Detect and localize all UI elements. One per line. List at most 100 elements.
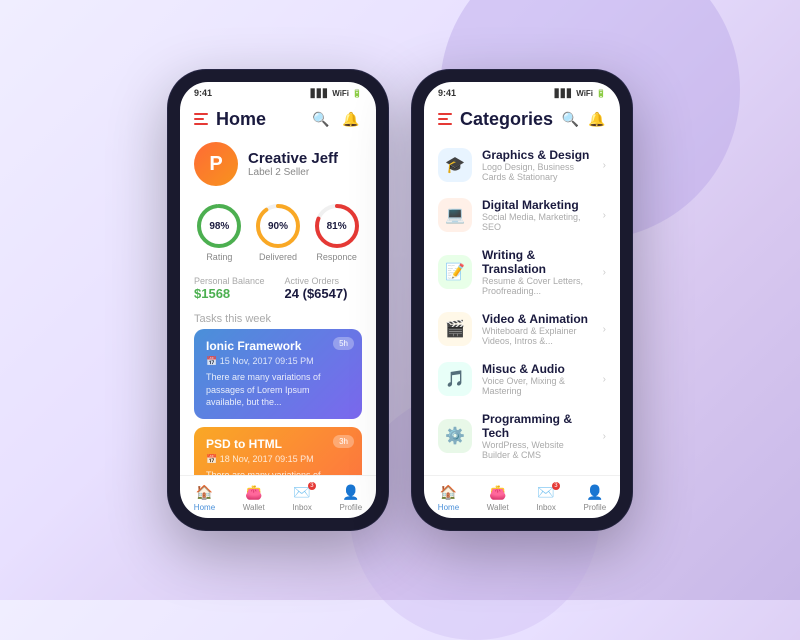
home-nav-home-icon: 🏠	[196, 484, 213, 501]
stat-delivered: 90% Delivered	[254, 202, 302, 262]
wifi-icon: WiFi	[332, 89, 349, 98]
cat-nav-wallet-icon: 👛	[489, 484, 506, 501]
phone-categories: 9:41 ▋▋▋ WiFi 🔋 Categories 🔍 🔔	[412, 70, 632, 530]
home-nav-home[interactable]: 🏠 Home	[194, 484, 215, 512]
battery-icon: 🔋	[352, 89, 362, 98]
response-circle: 81%	[313, 202, 361, 250]
cat-digital-marketing[interactable]: 💻 Digital Marketing Social Media, Market…	[424, 190, 620, 240]
response-label: Responce	[316, 252, 357, 262]
categories-title: Categories	[460, 109, 553, 130]
cat-text-programming: Programming & Tech WordPress, Website Bu…	[482, 412, 593, 460]
task-badge-psd: 3h	[333, 435, 354, 448]
home-nav-wallet-label: Wallet	[243, 503, 265, 512]
task-card-ionic[interactable]: 5h Ionic Framework 📅 15 Nov, 2017 09:15 …	[194, 329, 362, 419]
status-bar-categories: 9:41 ▋▋▋ WiFi 🔋	[424, 82, 620, 100]
cat-menu-line-3	[438, 123, 452, 125]
cat-nav-profile-icon: 👤	[586, 484, 603, 501]
task-title-ionic: Ionic Framework	[206, 339, 350, 353]
cat-writing-translation[interactable]: 📝 Writing & Translation Resume & Cover L…	[424, 240, 620, 304]
task-date-ionic: 📅 15 Nov, 2017 09:15 PM	[206, 356, 350, 367]
cat-music-audio[interactable]: 🎵 Misuc & Audio Voice Over, Mixing & Mas…	[424, 354, 620, 404]
task-card-psd[interactable]: 3h PSD to HTML 📅 18 Nov, 2017 09:15 PM T…	[194, 427, 362, 475]
task-desc-psd: There are many variations of passages of…	[206, 469, 350, 475]
cat-text-music: Misuc & Audio Voice Over, Mixing & Maste…	[482, 362, 593, 396]
rating-value: 98%	[195, 202, 243, 250]
categories-search-button[interactable]: 🔍	[561, 108, 579, 130]
active-orders: Active Orders 24 ($6547)	[285, 276, 348, 301]
categories-bell-button[interactable]: 🔔	[588, 108, 606, 130]
menu-button[interactable]	[194, 113, 208, 125]
categories-top-nav: Categories 🔍 🔔	[424, 100, 620, 136]
home-nav-wallet[interactable]: 👛 Wallet	[243, 484, 265, 512]
tasks-list: 5h Ionic Framework 📅 15 Nov, 2017 09:15 …	[180, 329, 376, 475]
cat-nav-home-icon: 🏠	[440, 484, 457, 501]
cat-sub-music: Voice Over, Mixing & Mastering	[482, 376, 593, 396]
response-value: 81%	[313, 202, 361, 250]
profile-name: Creative Jeff	[248, 150, 338, 167]
battery-icon-cat: 🔋	[596, 89, 606, 98]
home-nav-profile-icon: 👤	[342, 484, 359, 501]
cat-icon-video: 🎬	[438, 312, 472, 346]
categories-menu-button[interactable]	[438, 113, 452, 125]
home-nav-profile-label: Profile	[339, 503, 362, 512]
cat-graphics-design-1[interactable]: 🎓 Graphics & Design Logo Design, Busines…	[424, 140, 620, 190]
home-nav-inbox-label: Inbox	[292, 503, 312, 512]
tasks-section: Tasks this week 5h Ionic Framework 📅 15 …	[180, 309, 376, 475]
cat-icon-digital: 💻	[438, 198, 472, 232]
cat-name-digital: Digital Marketing	[482, 198, 593, 212]
cat-nav-inbox[interactable]: ✉️ 3 Inbox	[536, 484, 556, 512]
cat-icon-graphics-1: 🎓	[438, 148, 472, 182]
wifi-icon-cat: WiFi	[576, 89, 593, 98]
personal-balance: Personal Balance $1568	[194, 276, 265, 301]
cat-arrow-graphics-1: ›	[603, 160, 606, 171]
active-orders-label: Active Orders	[285, 276, 348, 286]
home-nav-inbox[interactable]: ✉️ 3 Inbox	[292, 484, 312, 512]
home-top-nav: Home 🔍 🔔	[180, 100, 376, 136]
cat-arrow-programming: ›	[603, 431, 606, 442]
home-nav-home-label: Home	[194, 503, 215, 512]
stat-rating: 98% Rating	[195, 202, 243, 262]
cat-sub-programming: WordPress, Website Builder & CMS	[482, 440, 593, 460]
task-title-psd: PSD to HTML	[206, 437, 350, 451]
stat-response: 81% Responce	[313, 202, 361, 262]
cat-name-video: Video & Animation	[482, 312, 593, 326]
cat-inbox-badge-dot: 3	[552, 482, 560, 490]
stats-row: 98% Rating 90% Delivered	[180, 196, 376, 272]
personal-balance-value: $1568	[194, 286, 265, 301]
signal-icon: ▋▋▋	[311, 89, 329, 98]
cat-text-video: Video & Animation Whiteboard & Explainer…	[482, 312, 593, 346]
cat-menu-line-1	[438, 113, 452, 115]
cat-business[interactable]: 💼 Business Virtual Assistant, Market Res…	[424, 468, 620, 475]
time-home: 9:41	[194, 88, 212, 98]
cat-nav-profile[interactable]: 👤 Profile	[583, 484, 606, 512]
cat-sub-digital: Social Media, Marketing, SEO	[482, 212, 593, 232]
phone-home: 9:41 ▋▋▋ WiFi 🔋 Home 🔍 🔔	[168, 70, 388, 530]
profile-info: Creative Jeff Label 2 Seller	[248, 150, 338, 178]
cat-video-animation[interactable]: 🎬 Video & Animation Whiteboard & Explain…	[424, 304, 620, 354]
task-desc-ionic: There are many variations of passages of…	[206, 371, 350, 409]
task-date-psd: 📅 18 Nov, 2017 09:15 PM	[206, 454, 350, 465]
categories-list: 🎓 Graphics & Design Logo Design, Busines…	[424, 136, 620, 475]
active-orders-value: 24 ($6547)	[285, 286, 348, 301]
status-bar-home: 9:41 ▋▋▋ WiFi 🔋	[180, 82, 376, 100]
cat-arrow-video: ›	[603, 324, 606, 335]
cat-nav-home[interactable]: 🏠 Home	[438, 484, 459, 512]
cat-nav-profile-label: Profile	[583, 503, 606, 512]
cat-sub-video: Whiteboard & Explainer Videos, Intros &.…	[482, 326, 593, 346]
search-button[interactable]: 🔍	[310, 108, 332, 130]
home-nav-profile[interactable]: 👤 Profile	[339, 484, 362, 512]
cat-name-writing: Writing & Translation	[482, 248, 593, 276]
task-badge-ionic: 5h	[333, 337, 354, 350]
bell-button[interactable]: 🔔	[340, 108, 362, 130]
profile-section: P Creative Jeff Label 2 Seller	[180, 136, 376, 196]
time-categories: 9:41	[438, 88, 456, 98]
status-icons-home: ▋▋▋ WiFi 🔋	[311, 89, 362, 98]
delivered-circle: 90%	[254, 202, 302, 250]
delivered-label: Delivered	[259, 252, 297, 262]
cat-nav-wallet[interactable]: 👛 Wallet	[487, 484, 509, 512]
cat-programming-tech[interactable]: ⚙️ Programming & Tech WordPress, Website…	[424, 404, 620, 468]
home-title: Home	[216, 109, 302, 130]
cat-nav-home-label: Home	[438, 503, 459, 512]
phones-container: 9:41 ▋▋▋ WiFi 🔋 Home 🔍 🔔	[168, 70, 632, 530]
cat-name-graphics-1: Graphics & Design	[482, 148, 593, 162]
